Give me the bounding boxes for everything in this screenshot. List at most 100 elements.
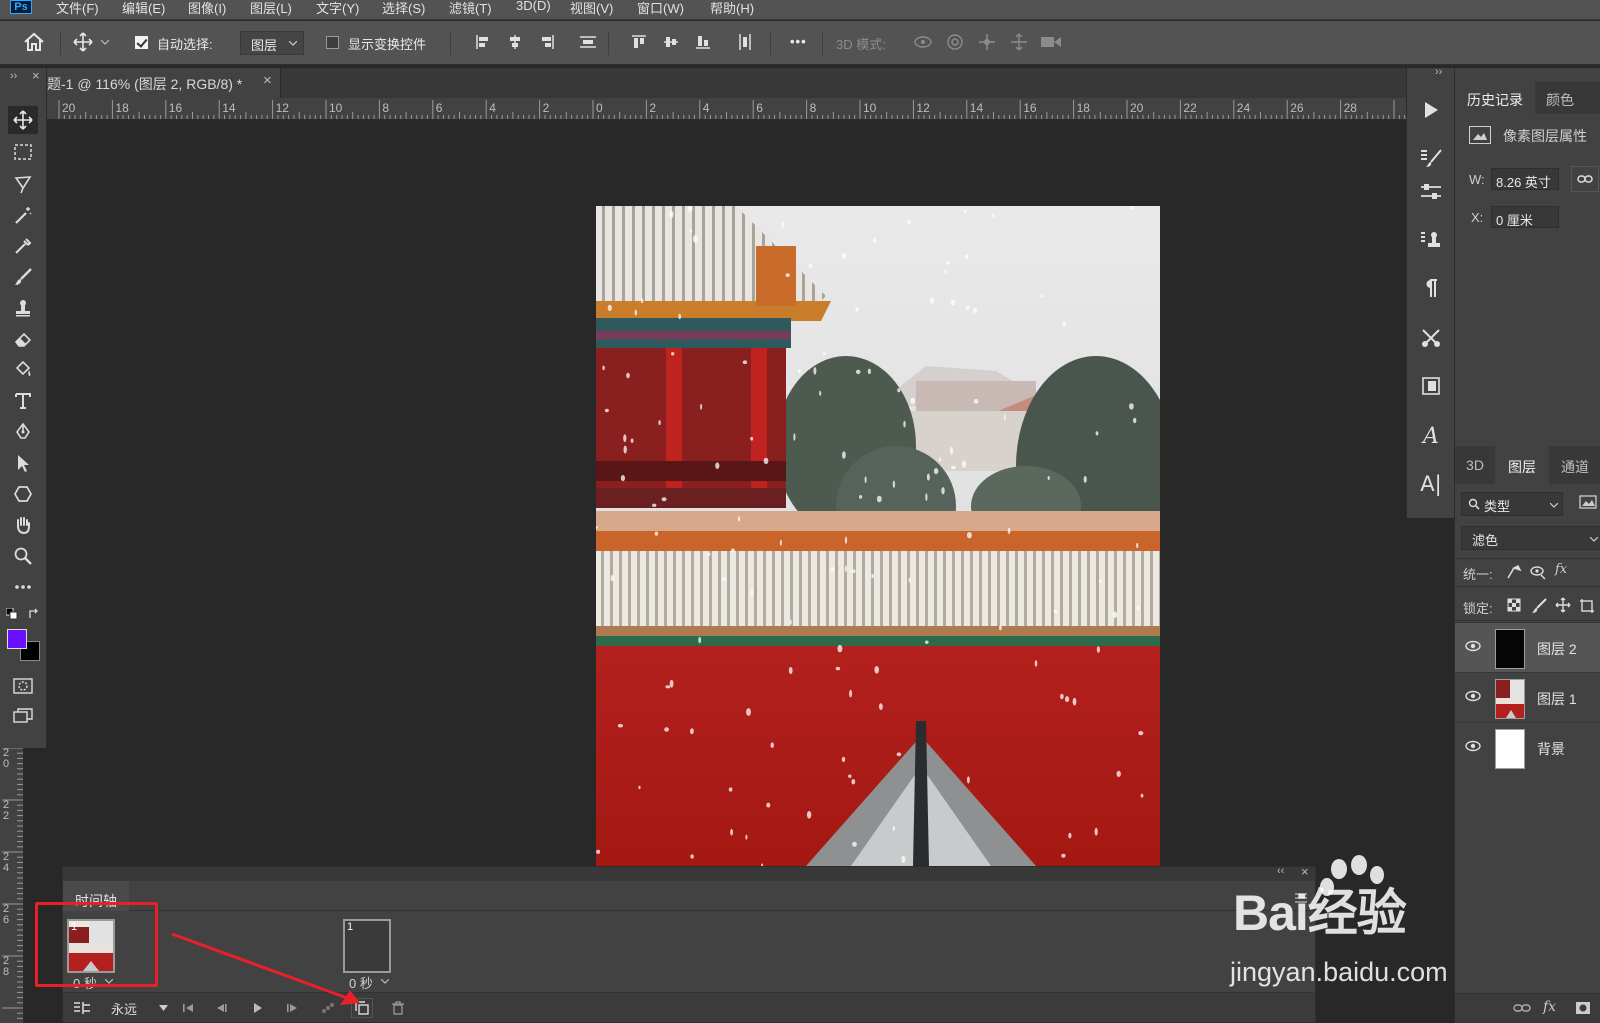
foreground-color-swatch[interactable] [7,629,27,649]
type-tool[interactable] [8,387,38,415]
layer-comps-icon[interactable] [1415,368,1447,404]
magic-wand-tool[interactable] [8,201,38,229]
eyedropper-tool[interactable] [8,232,38,260]
lock-pixels-icon[interactable] [1531,598,1547,614]
move-tool[interactable] [8,106,38,134]
lock-artboard-icon[interactable] [1579,598,1595,614]
pen-tool[interactable] [8,418,38,446]
paragraph-icon[interactable] [1415,270,1447,306]
visibility-eye-icon[interactable] [1465,640,1481,652]
tab-color[interactable]: 颜色 [1535,82,1585,114]
loop-options-value[interactable]: 永远 [111,999,137,1018]
layer-row[interactable]: 背景 [1455,722,1600,772]
align-top-icon[interactable] [626,29,652,55]
menu-filter[interactable]: 滤镜(T) [449,0,492,17]
screen-mode-button[interactable] [8,702,38,730]
path-selection-tool[interactable] [8,449,38,477]
ruler-label: 10 [863,101,877,115]
width-input[interactable]: 8.26 英寸 [1491,168,1559,190]
auto-select-checkbox[interactable] [135,36,148,49]
expand-toolbar-icon[interactable]: ›› [10,70,17,82]
align-bottom-icon[interactable] [690,29,716,55]
x-input[interactable]: 0 厘米 [1491,206,1559,228]
home-icon[interactable] [21,29,47,55]
auto-select-dropdown[interactable]: 图层 [240,31,304,55]
lasso-tool[interactable] [8,170,38,198]
tab-history[interactable]: 历史记录 [1455,82,1535,114]
3d-camera-icon[interactable] [1038,29,1064,55]
show-transform-checkbox[interactable] [326,36,339,49]
menu-file[interactable]: 文件(F) [56,0,99,17]
convert-timeline-icon[interactable] [71,998,93,1018]
distribute-vertical-icon[interactable] [575,29,601,55]
document-canvas-image[interactable] [596,206,1160,866]
close-tab-icon[interactable]: × [263,72,272,89]
character-icon[interactable]: A| [1415,466,1447,502]
brush-tool[interactable] [8,263,38,291]
clone-source-icon[interactable] [1415,222,1447,258]
menu-type[interactable]: 文字(Y) [316,0,359,17]
distribute-horizontal-icon[interactable] [732,29,758,55]
blend-mode-dropdown[interactable]: 滤色 [1461,526,1600,550]
link-layers-icon[interactable] [1513,1002,1531,1014]
link-dimensions-button[interactable] [1571,166,1599,192]
actions-play-icon[interactable] [1415,92,1447,128]
3d-roll-icon[interactable] [942,29,968,55]
default-colors-icon[interactable] [6,608,18,620]
unify-visibility-icon[interactable] [1529,564,1547,580]
more-options-button[interactable]: ••• [790,34,807,49]
eraser-tool[interactable] [8,325,38,353]
tab-channels[interactable]: 通道 [1549,446,1600,484]
layer-row[interactable]: 图层 1 [1455,672,1600,722]
menu-layer[interactable]: 图层(L) [250,0,292,17]
menu-image[interactable]: 图像(I) [188,0,226,17]
more-tools[interactable] [8,573,38,601]
delete-frame-icon[interactable] [387,998,409,1018]
visibility-eye-icon[interactable] [1465,740,1481,752]
menu-window[interactable]: 窗口(W) [637,0,684,17]
align-center-icon[interactable] [502,29,528,55]
snowflake [1047,476,1050,480]
stamp-tool[interactable] [8,294,38,322]
hand-tool[interactable] [8,511,38,539]
menu-edit[interactable]: 编辑(E) [122,0,165,17]
marquee-tool[interactable] [8,138,38,166]
unify-position-icon[interactable] [1505,564,1523,580]
3d-slide-icon[interactable] [1006,29,1032,55]
layer-filter-dropdown[interactable]: 类型 [1461,492,1563,516]
filter-pixel-layers-icon[interactable] [1579,494,1597,510]
unify-style-icon[interactable]: fx [1555,562,1567,577]
3d-pan-icon[interactable] [974,29,1000,55]
visibility-eye-icon[interactable] [1465,690,1481,702]
quick-mask-button[interactable] [8,672,38,700]
layer-row[interactable]: 图层 2 [1455,622,1600,672]
swap-colors-icon[interactable] [28,608,40,620]
glyphs-icon[interactable]: A [1415,418,1447,454]
menu-help[interactable]: 帮助(H) [710,0,754,17]
close-icon[interactable]: × [32,68,40,83]
brush-settings-icon[interactable] [1415,140,1447,176]
paint-bucket-tool[interactable] [8,356,38,384]
align-middle-icon[interactable] [658,29,684,55]
chevron-down-icon[interactable] [98,29,112,55]
align-right-icon[interactable] [534,29,560,55]
move-tool-icon[interactable] [70,29,96,55]
tool-presets-icon[interactable] [1415,320,1447,356]
shape-tool[interactable] [8,480,38,508]
add-layer-style-icon[interactable]: fx [1543,999,1556,1015]
3d-orbit-icon[interactable] [910,29,936,55]
zoom-tool[interactable] [8,542,38,570]
add-mask-icon[interactable] [1575,1001,1591,1015]
menu-view[interactable]: 视图(V) [570,0,613,17]
menu-select[interactable]: 选择(S) [382,0,425,17]
tab-layers[interactable]: 图层 [1495,446,1549,484]
align-left-icon[interactable] [470,29,496,55]
document-tab[interactable]: 题-1 @ 116% (图层 2, RGB/8) * × [47,68,281,98]
menu-3d[interactable]: 3D(D) [516,0,551,13]
lock-transparent-icon[interactable] [1507,598,1521,612]
lock-position-icon[interactable] [1555,597,1571,613]
triangle-down-icon[interactable] [159,1005,168,1011]
collapse-panels-icon[interactable]: ›› [1435,66,1442,78]
tab-3d[interactable]: 3D [1455,446,1495,484]
adjustments-icon[interactable] [1415,174,1447,210]
